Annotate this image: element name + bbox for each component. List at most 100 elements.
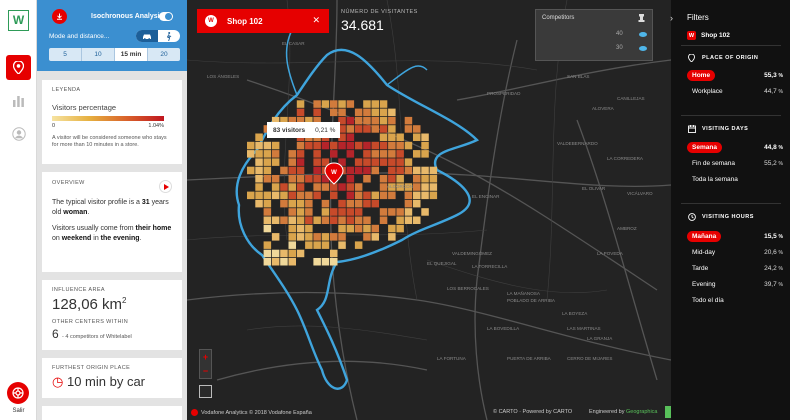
heat-cell[interactable] bbox=[321, 100, 330, 108]
heat-cell[interactable] bbox=[305, 175, 313, 183]
eye-icon[interactable] bbox=[639, 46, 647, 51]
heat-cell[interactable] bbox=[313, 100, 321, 108]
heat-cell[interactable] bbox=[363, 199, 371, 208]
heat-cell[interactable] bbox=[288, 199, 297, 208]
heat-cell[interactable] bbox=[346, 191, 355, 200]
zoom-out-button[interactable]: − bbox=[200, 364, 211, 378]
heat-cell[interactable] bbox=[388, 141, 396, 150]
heat-cell[interactable] bbox=[338, 108, 346, 117]
heat-cell[interactable] bbox=[313, 175, 321, 183]
heat-cell[interactable] bbox=[330, 258, 338, 266]
heat-cell[interactable] bbox=[313, 150, 321, 158]
heat-cell[interactable] bbox=[263, 166, 272, 175]
heat-cell[interactable] bbox=[288, 175, 297, 183]
heat-cell[interactable] bbox=[379, 141, 388, 150]
heat-cell[interactable] bbox=[379, 191, 388, 200]
heat-cell[interactable] bbox=[354, 108, 363, 117]
heat-cell[interactable] bbox=[413, 216, 421, 225]
heat-cell[interactable] bbox=[413, 166, 421, 175]
heat-cell[interactable] bbox=[363, 158, 371, 166]
heat-cell[interactable] bbox=[429, 191, 438, 200]
heat-cell[interactable] bbox=[296, 191, 305, 200]
heat-cell[interactable] bbox=[379, 133, 388, 142]
minutes-option-20[interactable]: 20 bbox=[148, 48, 180, 61]
heat-cell[interactable] bbox=[346, 141, 355, 150]
heat-cell[interactable] bbox=[330, 108, 338, 117]
heat-cell[interactable] bbox=[255, 150, 263, 158]
rail-charts-button[interactable] bbox=[6, 88, 31, 113]
heat-cell[interactable] bbox=[346, 175, 355, 183]
heat-cell[interactable] bbox=[271, 258, 280, 266]
heat-cell[interactable] bbox=[338, 224, 346, 233]
map-view[interactable]: LOS ÁNGELES EL CASAR ALCORCÓN EL ENCINAR PRO… bbox=[187, 0, 671, 420]
minutes-option-15[interactable]: 15 min bbox=[115, 48, 148, 61]
heat-cell[interactable] bbox=[421, 166, 429, 175]
heat-cell[interactable] bbox=[321, 141, 330, 150]
heat-cell[interactable] bbox=[321, 241, 330, 249]
heat-cell[interactable] bbox=[330, 150, 338, 158]
heat-cell[interactable] bbox=[404, 141, 413, 150]
heat-cell[interactable] bbox=[321, 233, 330, 241]
heat-cell[interactable] bbox=[288, 249, 297, 258]
heat-cell[interactable] bbox=[429, 166, 438, 175]
heat-cell[interactable] bbox=[321, 208, 330, 216]
heat-cell[interactable] bbox=[396, 150, 404, 158]
heat-cell[interactable] bbox=[255, 191, 263, 200]
close-icon[interactable]: ✕ bbox=[312, 15, 320, 26]
heat-cell[interactable] bbox=[313, 233, 321, 241]
heat-cell[interactable] bbox=[338, 199, 346, 208]
heat-cell[interactable] bbox=[396, 216, 404, 225]
heat-cell[interactable] bbox=[388, 133, 396, 142]
heat-cell[interactable] bbox=[296, 158, 305, 166]
analysis-toggle[interactable] bbox=[159, 12, 173, 21]
heat-cell[interactable] bbox=[371, 199, 380, 208]
heat-cell[interactable] bbox=[296, 199, 305, 208]
heat-cell[interactable] bbox=[321, 258, 330, 266]
heat-cell[interactable] bbox=[346, 100, 355, 108]
heat-cell[interactable] bbox=[321, 183, 330, 191]
heat-cell[interactable] bbox=[296, 108, 305, 117]
heat-cell[interactable] bbox=[305, 224, 313, 233]
heat-cell[interactable] bbox=[371, 116, 380, 125]
heat-cell[interactable] bbox=[288, 233, 297, 241]
heat-cell[interactable] bbox=[330, 191, 338, 200]
heat-cell[interactable] bbox=[313, 191, 321, 200]
heat-cell[interactable] bbox=[363, 150, 371, 158]
heat-cell[interactable] bbox=[396, 158, 404, 166]
heat-cell[interactable] bbox=[421, 191, 429, 200]
heat-cell[interactable] bbox=[305, 216, 313, 225]
heat-cell[interactable] bbox=[263, 224, 272, 233]
heat-cell[interactable] bbox=[379, 208, 388, 216]
heat-cell[interactable] bbox=[354, 191, 363, 200]
heat-cell[interactable] bbox=[305, 208, 313, 216]
heat-cell[interactable] bbox=[296, 183, 305, 191]
rail-profile-button[interactable] bbox=[6, 121, 31, 146]
heat-cell[interactable] bbox=[421, 133, 429, 142]
heat-cell[interactable] bbox=[338, 141, 346, 150]
heat-cell[interactable] bbox=[271, 150, 280, 158]
play-icon[interactable] bbox=[159, 180, 172, 193]
heat-cell[interactable] bbox=[263, 241, 272, 249]
heat-cell[interactable] bbox=[429, 183, 438, 191]
heat-cell[interactable] bbox=[363, 166, 371, 175]
heat-cell[interactable] bbox=[379, 158, 388, 166]
heat-cell[interactable] bbox=[354, 199, 363, 208]
heat-cell[interactable] bbox=[396, 224, 404, 233]
heat-cell[interactable] bbox=[305, 141, 313, 150]
heat-cell[interactable] bbox=[404, 158, 413, 166]
heat-cell[interactable] bbox=[263, 216, 272, 225]
heat-cell[interactable] bbox=[338, 183, 346, 191]
heat-cell[interactable] bbox=[305, 199, 313, 208]
heat-cell[interactable] bbox=[371, 233, 380, 241]
heat-cell[interactable] bbox=[379, 108, 388, 117]
heat-cell[interactable] bbox=[404, 216, 413, 225]
heat-cell[interactable] bbox=[371, 108, 380, 117]
heat-cell[interactable] bbox=[313, 166, 321, 175]
heat-cell[interactable] bbox=[346, 224, 355, 233]
heat-cell[interactable] bbox=[255, 175, 263, 183]
heat-cell[interactable] bbox=[338, 233, 346, 241]
filter-option[interactable]: Toda la semana bbox=[687, 174, 783, 185]
heat-cell[interactable] bbox=[247, 141, 255, 150]
heat-cell[interactable] bbox=[421, 141, 429, 150]
heat-cell[interactable] bbox=[330, 100, 338, 108]
